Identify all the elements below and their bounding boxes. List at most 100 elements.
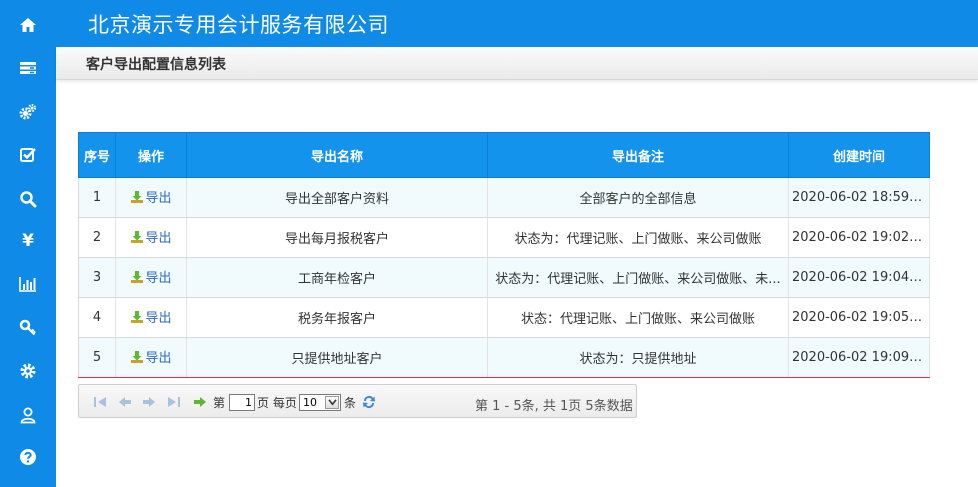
export-remark-cell: 状态为：代理记账、上门做账、来公司做账 (487, 217, 789, 258)
download-icon (131, 190, 144, 203)
sidebar-item-gears[interactable] (0, 97, 56, 127)
page-title-bar: 客户导出配置信息列表 (56, 47, 978, 80)
last-page-icon (168, 397, 180, 407)
export-button[interactable]: 导出 (130, 227, 172, 247)
row-number-cell: 5 (78, 337, 116, 378)
gear-icon (20, 363, 36, 379)
export-remark-cell: 状态：代理记账、上门做账、来公司做账 (487, 297, 789, 338)
last-page-button[interactable] (165, 393, 183, 411)
page-size-label: 页 每页 (257, 396, 297, 410)
company-name: 北京演示专用会计服务有限公司 (88, 13, 389, 37)
row-number-cell: 4 (78, 297, 116, 338)
next-page-button[interactable] (140, 393, 158, 411)
yen-icon: ¥ (22, 230, 34, 251)
created-time-cell: 2020-06-02 19:05:55 (788, 297, 930, 338)
table-row: 5 导出 只提供地址客户 状态为：只提供地址 2020-06-02 19:09:07 (78, 337, 930, 378)
arrow-left-icon (119, 397, 131, 407)
download-icon (131, 310, 144, 323)
user-icon (20, 407, 36, 424)
sidebar-item-reports[interactable] (0, 269, 56, 299)
column-header-name[interactable]: 导出名称 (186, 132, 488, 178)
sidebar-item-settings[interactable] (0, 356, 56, 386)
download-icon (131, 270, 144, 283)
row-number-cell: 1 (78, 177, 116, 218)
row-action-cell: 导出 (115, 257, 187, 298)
sidebar-item-check[interactable] (0, 140, 56, 170)
first-page-button[interactable] (91, 393, 109, 411)
column-header-remark[interactable]: 导出备注 (487, 132, 789, 178)
sidebar: ¥ (0, 0, 56, 487)
column-header-action[interactable]: 操作 (115, 132, 187, 178)
pagination-bar: 第 页 每页 10 条 第 1 - 5条, 共 1页 5条数据 (78, 384, 637, 418)
refresh-button[interactable] (360, 393, 378, 411)
top-bar: 北京演示专用会计服务有限公司 (56, 0, 978, 47)
export-label: 导出 (145, 191, 172, 207)
refresh-icon (363, 396, 375, 408)
export-button[interactable]: 导出 (130, 187, 172, 207)
export-remark-cell: 状态为：只提供地址 (487, 337, 789, 378)
row-action-cell: 导出 (115, 217, 187, 258)
gears-icon (19, 103, 37, 120)
page-number-input[interactable] (229, 394, 255, 411)
export-label: 导出 (145, 271, 172, 287)
sidebar-item-user[interactable] (0, 400, 56, 430)
export-button[interactable]: 导出 (130, 267, 172, 287)
row-action-cell: 导出 (115, 177, 187, 218)
sidebar-item-help[interactable] (0, 442, 56, 472)
created-time-cell: 2020-06-02 19:02:56 (788, 217, 930, 258)
arrow-right-icon (143, 397, 155, 407)
page-size-value: 10 (303, 396, 317, 409)
row-number-cell: 3 (78, 257, 116, 298)
page-title: 客户导出配置信息列表 (86, 57, 226, 73)
row-action-cell: 导出 (115, 297, 187, 338)
column-header-created[interactable]: 创建时间 (788, 132, 930, 178)
export-name-cell: 导出每月报税客户 (186, 217, 488, 258)
download-icon (131, 230, 144, 243)
size-suffix-label: 条 (344, 396, 357, 410)
first-page-icon (94, 397, 106, 407)
bar-chart-icon (19, 277, 36, 292)
question-icon (20, 449, 36, 465)
created-time-cell: 2020-06-02 18:59:34 (788, 177, 930, 218)
list-icon (20, 62, 36, 74)
export-name-cell: 工商年检客户 (186, 257, 488, 298)
column-header-no[interactable]: 序号 (78, 132, 116, 178)
export-button[interactable]: 导出 (130, 347, 172, 367)
table-row: 1 导出 导出全部客户资料 全部客户的全部信息 2020-06-02 18:59:34 (78, 177, 930, 218)
export-remark-cell: 全部客户的全部信息 (487, 177, 789, 218)
sidebar-item-search[interactable] (0, 184, 56, 214)
created-time-cell: 2020-06-02 19:04:37 (788, 257, 930, 298)
export-config-table: 序号 操作 导出名称 导出备注 创建时间 1 导出 导出全部客户资料 全部客户的全部信… (78, 132, 930, 378)
export-remark-cell: 状态为：代理记账、上门做账、来公司做账、未... (487, 257, 789, 298)
sidebar-item-home[interactable] (0, 10, 56, 40)
export-label: 导出 (145, 311, 172, 327)
created-time-cell: 2020-06-02 19:09:07 (788, 337, 930, 378)
export-name-cell: 只提供地址客户 (186, 337, 488, 378)
key-icon (19, 319, 36, 336)
check-square-icon (20, 148, 36, 162)
search-icon (20, 191, 37, 208)
sidebar-item-keys[interactable] (0, 313, 56, 343)
home-icon (20, 18, 36, 32)
export-name-cell: 税务年报客户 (186, 297, 488, 338)
sidebar-item-finance[interactable]: ¥ (0, 226, 56, 256)
download-icon (131, 350, 144, 363)
go-arrow-icon (194, 397, 206, 407)
row-action-cell: 导出 (115, 337, 187, 378)
export-label: 导出 (145, 231, 172, 247)
table-row: 4 导出 税务年报客户 状态：代理记账、上门做账、来公司做账 2020-06-02 19… (78, 297, 930, 338)
export-name-cell: 导出全部客户资料 (186, 177, 488, 218)
table-row: 3 导出 工商年检客户 状态为：代理记账、上门做账、来公司做账、未... 2020-06… (78, 257, 930, 298)
pagination-info: 第 1 - 5条, 共 1页 5条数据 (475, 399, 633, 414)
chevron-down-icon (325, 396, 339, 409)
row-number-cell: 2 (78, 217, 116, 258)
page-size-select[interactable]: 10 (299, 394, 341, 411)
go-page-button[interactable] (191, 393, 209, 411)
table-row: 2 导出 导出每月报税客户 状态为：代理记账、上门做账、来公司做账 2020-06-02… (78, 217, 930, 258)
prev-page-button[interactable] (116, 393, 134, 411)
table-header-row: 序号 操作 导出名称 导出备注 创建时间 (78, 132, 930, 178)
export-button[interactable]: 导出 (130, 307, 172, 327)
export-label: 导出 (145, 351, 172, 367)
page-prefix-label: 第 (213, 396, 226, 410)
sidebar-item-list[interactable] (0, 53, 56, 83)
